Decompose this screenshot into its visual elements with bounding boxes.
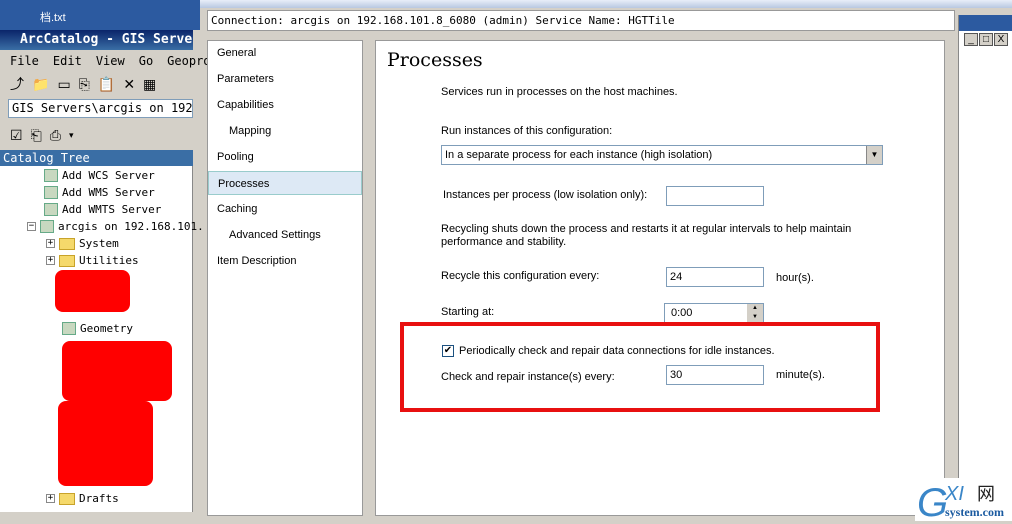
tree-item[interactable]: Add WMTS Server [62,203,161,216]
instances-input[interactable] [666,186,764,206]
recycle-unit: hour(s). [776,272,814,284]
processes-panel: Processes Services run in processes on t… [375,40,945,516]
menu-go[interactable]: Go [139,52,153,70]
disconnect-folder-icon[interactable]: ▭ [57,76,70,93]
recycle-description: Recycling shuts down the process and res… [441,223,852,248]
catalog-tree-header: Catalog Tree [0,150,193,166]
tree-item[interactable]: System [79,237,119,250]
tree-item[interactable]: arcgis on 192.168.101. [58,220,204,233]
nav-mapping[interactable]: Mapping [208,119,362,143]
copy-icon[interactable]: ⎘ [79,76,90,93]
tree-item[interactable]: Drafts [79,492,119,505]
up-folder-icon[interactable]: ⤴ [10,74,24,94]
menu-file[interactable]: File [10,52,39,70]
toolbar-overflow-icon[interactable]: ▾ [69,130,74,141]
tree-item[interactable]: Add WCS Server [62,169,155,182]
run-label: Run instances of this configuration: [441,125,613,137]
menu-bar: File Edit View Go Geopro [0,52,211,70]
redaction-scribble [55,270,130,312]
expand-icon[interactable]: + [46,494,55,503]
connect-folder-icon[interactable]: 📁 [32,76,49,93]
spinner-icon[interactable]: ▲ ▼ [747,304,763,322]
svg-text:网: 网 [977,484,995,505]
tree-item[interactable]: Utilities [79,254,139,267]
svg-text:system.com: system.com [945,505,1004,519]
nav-pooling[interactable]: Pooling [208,145,362,169]
connection-info: Connection: arcgis on 192.168.101.8_6080… [207,10,955,31]
maximize-icon[interactable]: □ [979,33,993,46]
add-server-icon [44,169,58,182]
isolation-select[interactable]: In a separate process for each instance … [441,145,883,165]
nav-general[interactable]: General [208,41,362,65]
properties-nav: General Parameters Capabilities Mapping … [207,40,363,516]
geometry-service-icon [62,322,76,335]
close-icon[interactable]: X [994,33,1008,46]
menu-view[interactable]: View [96,52,125,70]
start-label: Starting at: [441,306,495,318]
desktop-area: 档.txt [0,0,200,30]
recycle-label: Recycle this configuration every: [441,270,600,282]
highlight-box [400,322,880,412]
watermark-logo: G XI 网 system.com [915,478,1012,524]
background-window-titlebar [959,15,1012,31]
chevron-down-icon[interactable]: ▼ [866,146,882,164]
desktop-file-label[interactable]: 档.txt [40,12,66,24]
nav-caching[interactable]: Caching [208,197,362,221]
start-time-value: 0:00 [671,307,693,319]
standard-toolbar: ⤴ 📁 ▭ ⎘ 📋 ✕ ▦ [0,72,193,96]
tree-item[interactable]: Add WMS Server [62,186,155,199]
tree-item[interactable]: Geometry [80,322,133,335]
expand-icon[interactable]: + [46,256,55,265]
edit-metadata-icon[interactable]: ☑ [10,127,23,144]
metadata-toolbar: ☑ ⎗ ⎙ ▾ [0,123,193,147]
export-metadata-icon[interactable]: ⎙ [50,127,61,144]
collapse-icon[interactable]: − [27,222,36,231]
menu-edit[interactable]: Edit [53,52,82,70]
nav-processes[interactable]: Processes [208,171,362,195]
background-window: _ □ X [958,15,1012,521]
intro-text: Services run in processes on the host ma… [441,86,678,98]
minimize-icon[interactable]: _ [964,33,978,46]
page-title: Processes [387,49,483,71]
nav-advanced-settings[interactable]: Advanced Settings [208,223,362,247]
svg-text:G: G [917,481,948,521]
folder-icon [59,492,75,505]
redaction-scribble [62,341,172,401]
window-title: ArcCatalog - GIS Servers\ [0,30,193,50]
start-time-input[interactable]: 0:00 ▲ ▼ [664,303,764,323]
delete-icon[interactable]: ✕ [123,76,135,93]
add-server-icon [44,186,58,199]
menu-geoprocessing[interactable]: Geopro [167,52,210,70]
nav-item-description[interactable]: Item Description [208,249,362,273]
expand-icon[interactable]: + [46,239,55,248]
folder-icon [59,254,75,267]
location-input[interactable]: GIS Servers\arcgis on 192.168. [8,99,193,118]
recycle-input[interactable]: 24 [666,267,764,287]
paste-icon[interactable]: 📋 [98,76,115,93]
add-server-icon [44,203,58,216]
nav-parameters[interactable]: Parameters [208,67,362,91]
instances-label: Instances per process (low isolation onl… [443,189,648,201]
folder-icon [59,237,75,250]
server-icon [40,220,54,233]
import-metadata-icon[interactable]: ⎗ [31,127,42,144]
large-icons-icon[interactable]: ▦ [143,76,156,93]
svg-text:XI: XI [944,483,964,505]
redaction-scribble [58,401,153,486]
isolation-value: In a separate process for each instance … [445,149,713,161]
catalog-tree[interactable]: Add WCS Server Add WMS Server Add WMTS S… [0,166,204,512]
nav-capabilities[interactable]: Capabilities [208,93,362,117]
